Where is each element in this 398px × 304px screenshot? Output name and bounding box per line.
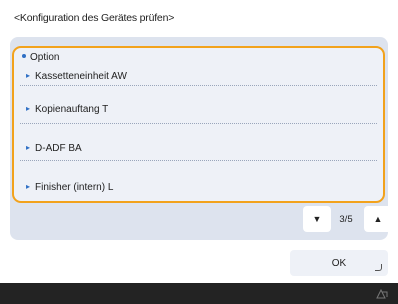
group-header: Option: [22, 53, 59, 63]
list-item-label: Kassetteneinheit AW: [35, 71, 127, 82]
page-up-button[interactable]: ▲: [364, 206, 392, 232]
arrow-right-icon: ▸: [26, 143, 31, 152]
list-item-label: Kopienauftang T: [35, 104, 109, 115]
page-title: <Konfiguration des Gerätes prüfen>: [14, 12, 175, 24]
page-indicator: 3/5: [339, 213, 353, 225]
network-status-icon: [376, 288, 388, 299]
arrow-right-icon: ▸: [26, 104, 31, 113]
status-bar: [0, 283, 398, 304]
list-item[interactable]: ▸ Kassetteneinheit AW: [20, 48, 377, 86]
list-item[interactable]: ▸ Finisher (intern) L: [20, 160, 377, 201]
arrow-right-icon: ▸: [26, 182, 31, 191]
arrow-right-icon: ▸: [26, 71, 31, 80]
triangle-down-icon: ▼: [312, 214, 322, 224]
ok-button[interactable]: OK: [290, 250, 388, 276]
ok-button-label: OK: [331, 257, 347, 269]
list-item-label: D-ADF BA: [35, 143, 82, 154]
return-corner-icon: [375, 264, 382, 271]
triangle-up-icon: ▲: [373, 214, 383, 224]
bullet-icon: [22, 54, 26, 59]
list-item[interactable]: ▸ Kopienauftang T: [20, 85, 377, 124]
list-item[interactable]: ▸ D-ADF BA: [20, 123, 377, 161]
group-label: Option: [30, 52, 60, 63]
options-list[interactable]: ▸ Kassetteneinheit AW Option ▸ Kopienaufta…: [12, 46, 385, 203]
page-down-button[interactable]: ▼: [303, 206, 331, 232]
list-item-label: Finisher (intern) L: [35, 182, 114, 193]
